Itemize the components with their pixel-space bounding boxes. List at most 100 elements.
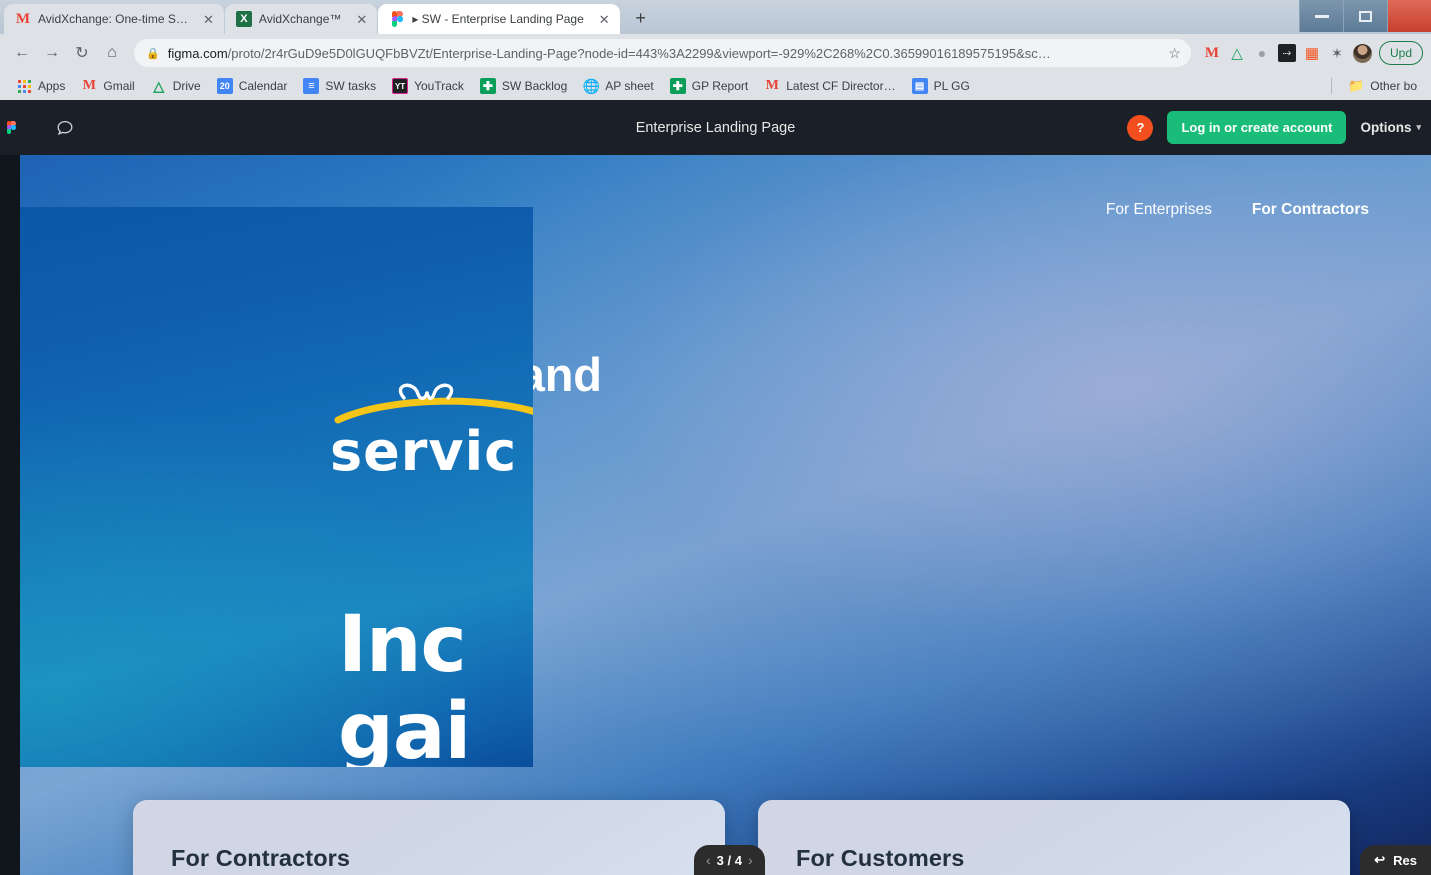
- bookmark-label: SW Backlog: [501, 79, 568, 93]
- overlay-big-line-2: gai: [338, 687, 471, 767]
- url-path: /proto/2r4rGuD9e5D0lGUQFbBVZt/Enterprise…: [227, 45, 1051, 61]
- bookmark-label: Latest CF Director…: [786, 79, 896, 93]
- gmail-extension-icon[interactable]: M: [1203, 44, 1221, 62]
- bookmarks-bar: Apps M Gmail △ Drive 20 Calendar ≡ SW ta…: [0, 72, 1431, 100]
- browser-tab[interactable]: X AvidXchange™ ✕: [224, 4, 378, 34]
- tab-title: AvidXchange: One-time Security: [38, 12, 188, 26]
- avatar[interactable]: [1352, 43, 1372, 63]
- gmail-icon: M: [82, 78, 96, 93]
- bookmark-gp-report[interactable]: ✚ GP Report: [662, 75, 756, 97]
- bookmark-label: Other bo: [1370, 79, 1417, 93]
- bookmark-label: Gmail: [103, 79, 135, 93]
- puzzle-extension-icon[interactable]: ✶: [1328, 44, 1346, 62]
- figma-prototype-viewer: Enterprise Landing Page ? Log in or crea…: [0, 100, 1431, 875]
- globe-icon: 🌐: [582, 77, 600, 94]
- bookmark-label: YouTrack: [414, 79, 464, 93]
- jira-icon: ✚: [479, 78, 496, 94]
- grid-extension-icon[interactable]: ▦: [1303, 44, 1321, 62]
- frame-counter: 3 / 4: [716, 852, 742, 868]
- url-domain: figma.com: [167, 45, 228, 61]
- extensions-area: M △ ● ⤑ ▦ ✶ Upd: [1199, 41, 1423, 65]
- crop-extension-icon[interactable]: ⤑: [1277, 44, 1296, 62]
- calendar-icon: 20: [216, 78, 233, 94]
- browser-tab-active[interactable]: ▸ SW - Enterprise Landing Page ✕: [378, 4, 620, 34]
- folder-icon: 📁: [1348, 78, 1365, 93]
- youtrack-icon: YT: [392, 78, 409, 94]
- bookmark-star-icon[interactable]: ☆: [1168, 45, 1181, 62]
- brand-wordmark: servic: [330, 420, 518, 483]
- restart-button[interactable]: ↩ Res: [1360, 845, 1431, 875]
- browser-tab[interactable]: M AvidXchange: One-time Security ✕: [4, 4, 224, 34]
- overlay-brand-image: servic Inc gai: [20, 207, 533, 767]
- figma-toolbar: Enterprise Landing Page ? Log in or crea…: [0, 100, 1431, 155]
- bookmark-gmail[interactable]: M Gmail: [73, 75, 142, 97]
- prototype-pagination: ‹ 3 / 4 ›: [694, 845, 765, 875]
- nav-item-for-enterprises[interactable]: For Enterprises: [1106, 201, 1212, 219]
- prev-frame-icon[interactable]: ‹: [706, 852, 711, 868]
- bookmark-ap-sheet[interactable]: 🌐 AP sheet: [575, 75, 661, 97]
- next-frame-icon[interactable]: ›: [748, 852, 753, 868]
- drive-extension-icon[interactable]: △: [1228, 44, 1246, 62]
- nav-item-for-contractors[interactable]: For Contractors: [1252, 201, 1369, 219]
- tab-close-icon[interactable]: ✕: [599, 13, 610, 26]
- options-menu[interactable]: Options ▾: [1360, 120, 1421, 135]
- bookmark-label: AP sheet: [605, 79, 654, 93]
- tab-strip: M AvidXchange: One-time Security ✕ X Avi…: [0, 0, 1431, 34]
- card-title: For Customers: [796, 845, 965, 871]
- bookmark-label: GP Report: [691, 79, 749, 93]
- update-button[interactable]: Upd: [1378, 41, 1423, 65]
- login-button[interactable]: Log in or create account: [1167, 111, 1347, 144]
- maximize-button[interactable]: [1343, 0, 1387, 32]
- bookmark-other[interactable]: 📁 Other bo: [1340, 75, 1425, 97]
- figma-icon: [389, 11, 405, 27]
- close-button[interactable]: [1387, 0, 1431, 32]
- drive-icon: △: [153, 77, 165, 94]
- tab-close-icon[interactable]: ✕: [356, 13, 367, 26]
- figma-logo-icon[interactable]: [0, 121, 22, 134]
- bookmark-sw-tasks[interactable]: ≡ SW tasks: [295, 75, 384, 97]
- divider: [1331, 78, 1333, 94]
- bookmark-calendar[interactable]: 20 Calendar: [209, 75, 296, 97]
- browser-window: M AvidXchange: One-time Security ✕ X Avi…: [0, 0, 1431, 875]
- bookmark-latest-cf-director[interactable]: M Latest CF Director…: [756, 75, 903, 97]
- card-for-contractors: For Contractors New Lead Channels ✓: [133, 800, 725, 875]
- excel-icon: X: [235, 11, 252, 27]
- tab-title: AvidXchange™: [258, 12, 342, 26]
- landing-nav: For Enterprises For Contractors: [1106, 201, 1369, 219]
- forward-icon[interactable]: →: [38, 39, 66, 67]
- back-icon[interactable]: ←: [8, 39, 36, 67]
- lock-icon: 🔒: [146, 47, 160, 60]
- tasks-icon: ≡: [303, 78, 320, 94]
- bookmark-label: Drive: [172, 79, 201, 93]
- bookmark-apps[interactable]: Apps: [8, 75, 73, 97]
- home-icon[interactable]: ⌂: [98, 39, 126, 67]
- bookmark-label: Apps: [38, 79, 66, 93]
- overlay-big-line-1: Inc: [338, 600, 467, 690]
- presentation-icon: ▤: [911, 78, 928, 94]
- bookmark-sw-backlog[interactable]: ✚ SW Backlog: [472, 75, 575, 97]
- restart-icon: ↩: [1374, 852, 1386, 867]
- bookmark-pl-gg[interactable]: ▤ PL GG: [904, 75, 978, 97]
- contact-extension-icon[interactable]: ●: [1253, 44, 1271, 62]
- help-icon[interactable]: ?: [1127, 114, 1154, 141]
- comment-bubble-icon[interactable]: [50, 113, 80, 143]
- gmail-icon: M: [15, 10, 31, 27]
- address-bar[interactable]: 🔒 figma.com/proto/2r4rGuD9e5D0lGUQFbBVZt…: [134, 39, 1191, 67]
- prototype-canvas: For Enterprises For Contractors …igital …: [0, 155, 1431, 875]
- url-text: figma.com/proto/2r4rGuD9e5D0lGUQFbBVZt/E…: [168, 46, 1161, 61]
- service-brand-logo: servic: [330, 380, 533, 483]
- logo-swash-icon: [330, 380, 533, 426]
- bookmark-youtrack[interactable]: YT YouTrack: [384, 75, 472, 97]
- minimize-button[interactable]: [1299, 0, 1343, 32]
- bookmark-drive[interactable]: △ Drive: [143, 75, 209, 97]
- tab-close-icon[interactable]: ✕: [203, 13, 214, 26]
- bookmark-label: SW tasks: [325, 79, 377, 93]
- navigation-bar: ← → ↻ ⌂ 🔒 figma.com/proto/2r4rGuD9e5D0lG…: [0, 34, 1431, 72]
- gmail-icon: M: [765, 78, 779, 93]
- restart-label: Res: [1393, 852, 1417, 868]
- chevron-down-icon: ▾: [1416, 122, 1421, 132]
- new-tab-button[interactable]: +: [627, 4, 655, 32]
- reload-icon[interactable]: ↻: [68, 39, 96, 67]
- window-controls: [1299, 0, 1431, 34]
- card-for-customers: For Customers Gain Access to Brand Speci…: [758, 800, 1350, 875]
